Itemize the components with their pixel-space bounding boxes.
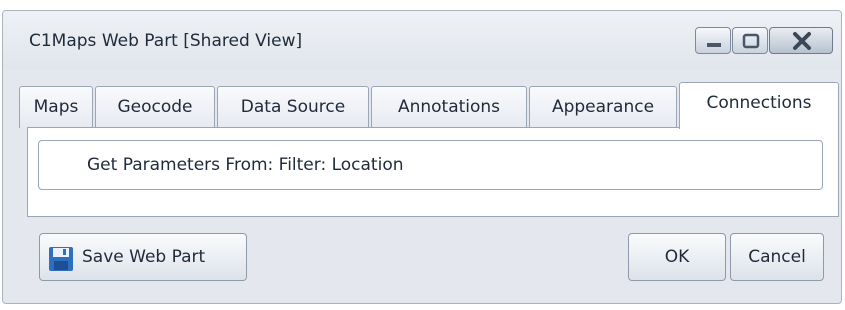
tab-connections[interactable]: Connections <box>679 82 839 129</box>
floppy-disk-icon <box>49 247 73 271</box>
tab-maps[interactable]: Maps <box>19 86 93 128</box>
connections-panel: Get Parameters From: Filter: Location <box>27 127 839 217</box>
title-bar[interactable]: C1Maps Web Part [Shared View] <box>3 11 841 69</box>
minimize-icon <box>707 43 721 47</box>
tab-geocode[interactable]: Geocode <box>95 86 215 128</box>
minimize-button[interactable] <box>695 27 731 54</box>
window-title: C1Maps Web Part [Shared View] <box>29 31 303 51</box>
parameters-field: Get Parameters From: Filter: Location <box>38 140 823 190</box>
cancel-button[interactable]: Cancel <box>730 233 824 281</box>
dialog-window: C1Maps Web Part [Shared View] Maps Geoco… <box>2 10 842 304</box>
close-icon <box>793 32 811 50</box>
maximize-icon <box>742 33 760 49</box>
save-web-part-label: Save Web Part <box>82 247 206 267</box>
tab-appearance[interactable]: Appearance <box>529 86 677 128</box>
maximize-button[interactable] <box>732 27 768 54</box>
tab-annotations[interactable]: Annotations <box>371 86 527 128</box>
tab-data-source[interactable]: Data Source <box>217 86 369 128</box>
ok-button[interactable]: OK <box>628 233 726 281</box>
close-button[interactable] <box>769 27 833 54</box>
parameters-text: Get Parameters From: Filter: Location <box>87 155 404 175</box>
save-web-part-button[interactable]: Save Web Part <box>39 233 247 281</box>
